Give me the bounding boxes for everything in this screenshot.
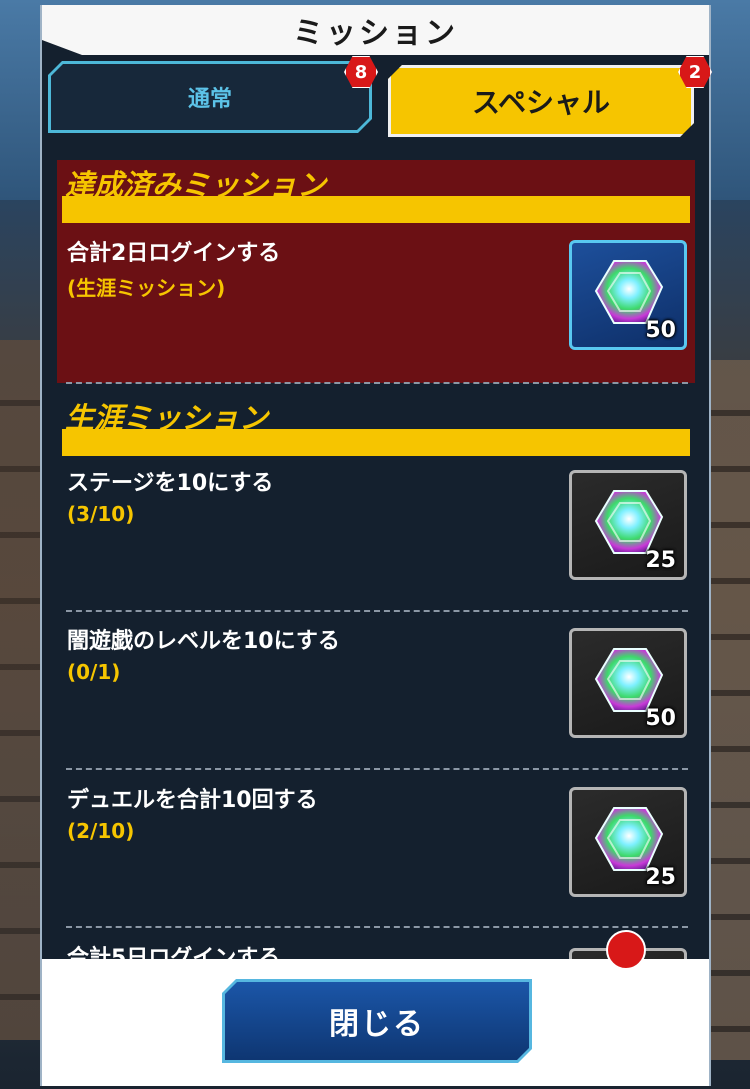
mission-progress: (3/10) [67,502,135,526]
list-item[interactable]: デュエルを合計10回する (2/10) 25 [57,782,695,940]
mission-progress: (生涯ミッション) [67,276,226,300]
gem-icon [594,807,664,871]
list-item[interactable]: ステージを10にする (3/10) 25 [57,465,695,623]
list-item[interactable]: 合計2日ログインする (生涯ミッション) 50 [57,235,695,393]
gem-icon [594,648,664,712]
divider [66,382,688,384]
title-bar: ミッション [42,5,709,55]
completed-section-bar [62,196,690,223]
lifetime-section-header: 生涯ミッション [57,393,693,456]
divider [66,926,688,928]
list-item[interactable]: 合計5日ログインする [57,940,695,960]
tab-special-label: スペシャル [471,86,611,119]
mission-name: 合計5日ログインする [67,946,281,960]
notification-badge [606,930,646,970]
reward-box[interactable]: 50 [569,628,687,738]
mission-progress: (2/10) [67,819,135,843]
mission-modal: ミッション 通常 8 スペシャル 2 達成済みミッション 合計2日ログインする … [40,5,712,1086]
close-button-label: 閉じる [329,1007,425,1042]
background-building-right [710,360,750,1060]
reward-box[interactable]: 25 [569,787,687,897]
tab-normal[interactable]: 通常 [48,61,372,133]
reward-amount: 25 [645,548,676,573]
mission-name: 闇遊戯のレベルを10にする [67,629,340,654]
background-building-left [0,340,44,1040]
page-title: ミッション [293,16,458,51]
reward-amount: 50 [645,318,676,343]
reward-box[interactable]: 50 [569,240,687,350]
mission-name: ステージを10にする [67,471,274,496]
completed-section-header: 達成済みミッション [57,160,693,223]
tab-normal-label: 通常 [187,87,232,112]
reward-amount: 50 [645,706,676,731]
mission-list[interactable]: 達成済みミッション 合計2日ログインする (生涯ミッション) 50 生涯ミッショ… [54,160,695,960]
lifetime-section-bar [62,429,690,456]
gem-icon [594,260,664,324]
list-item[interactable]: 闇遊戯のレベルを10にする (0/1) 50 [57,623,695,781]
reward-amount: 25 [645,865,676,890]
tab-special[interactable]: スペシャル [388,65,694,137]
modal-footer: 閉じる [42,959,709,1086]
reward-box[interactable]: 25 [569,470,687,580]
mission-name: 合計2日ログインする [67,241,281,266]
gem-icon [594,490,664,554]
mission-progress: (0/1) [67,660,121,684]
divider [66,610,688,612]
close-button[interactable]: 閉じる [222,979,532,1063]
mission-name: デュエルを合計10回する [67,788,318,813]
divider [66,768,688,770]
